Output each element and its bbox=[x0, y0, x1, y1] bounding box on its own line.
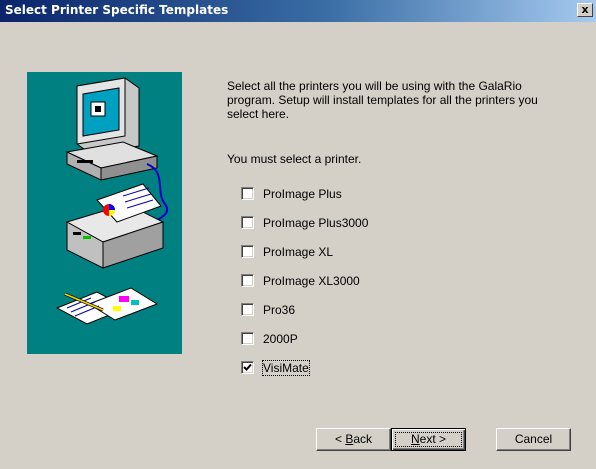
printer-label: Pro36 bbox=[263, 303, 296, 317]
window-title: Select Printer Specific Templates bbox=[5, 3, 229, 17]
title-bar[interactable]: Select Printer Specific Templates x bbox=[0, 0, 596, 22]
printer-label: 2000P bbox=[263, 332, 298, 346]
close-icon: x bbox=[581, 3, 589, 16]
back-button[interactable]: < Back bbox=[316, 428, 391, 451]
computer-printer-illustration-icon bbox=[55, 77, 169, 325]
focus-rect bbox=[395, 432, 462, 447]
back-rest: ack bbox=[353, 432, 373, 446]
printer-label: VisiMate bbox=[262, 360, 310, 376]
required-note: You must select a printer. bbox=[227, 152, 362, 166]
2000p-checkbox[interactable] bbox=[241, 332, 254, 345]
intro-text: Select all the printers you will be usin… bbox=[227, 79, 538, 121]
printer-label: ProImage XL3000 bbox=[263, 274, 360, 288]
printer-label: ProImage Plus bbox=[263, 187, 342, 201]
cancel-label: Cancel bbox=[514, 432, 553, 446]
cancel-button[interactable]: Cancel bbox=[496, 428, 571, 451]
proimage-plus3000-checkbox[interactable] bbox=[241, 216, 254, 229]
printer-label: ProImage Plus3000 bbox=[263, 216, 369, 230]
visimate-checkbox[interactable] bbox=[241, 361, 254, 374]
proimage-xl3000-checkbox[interactable] bbox=[241, 274, 254, 287]
proimage-plus-checkbox[interactable] bbox=[241, 187, 254, 200]
checkmark-icon bbox=[243, 363, 252, 371]
proimage-xl-checkbox[interactable] bbox=[241, 245, 254, 258]
wizard-illustration bbox=[27, 72, 182, 354]
close-button[interactable]: x bbox=[577, 3, 593, 17]
back-prefix: < bbox=[334, 432, 346, 446]
printer-label: ProImage XL bbox=[263, 245, 334, 259]
pro36-checkbox[interactable] bbox=[241, 303, 254, 316]
next-button[interactable]: Next > bbox=[391, 428, 466, 451]
